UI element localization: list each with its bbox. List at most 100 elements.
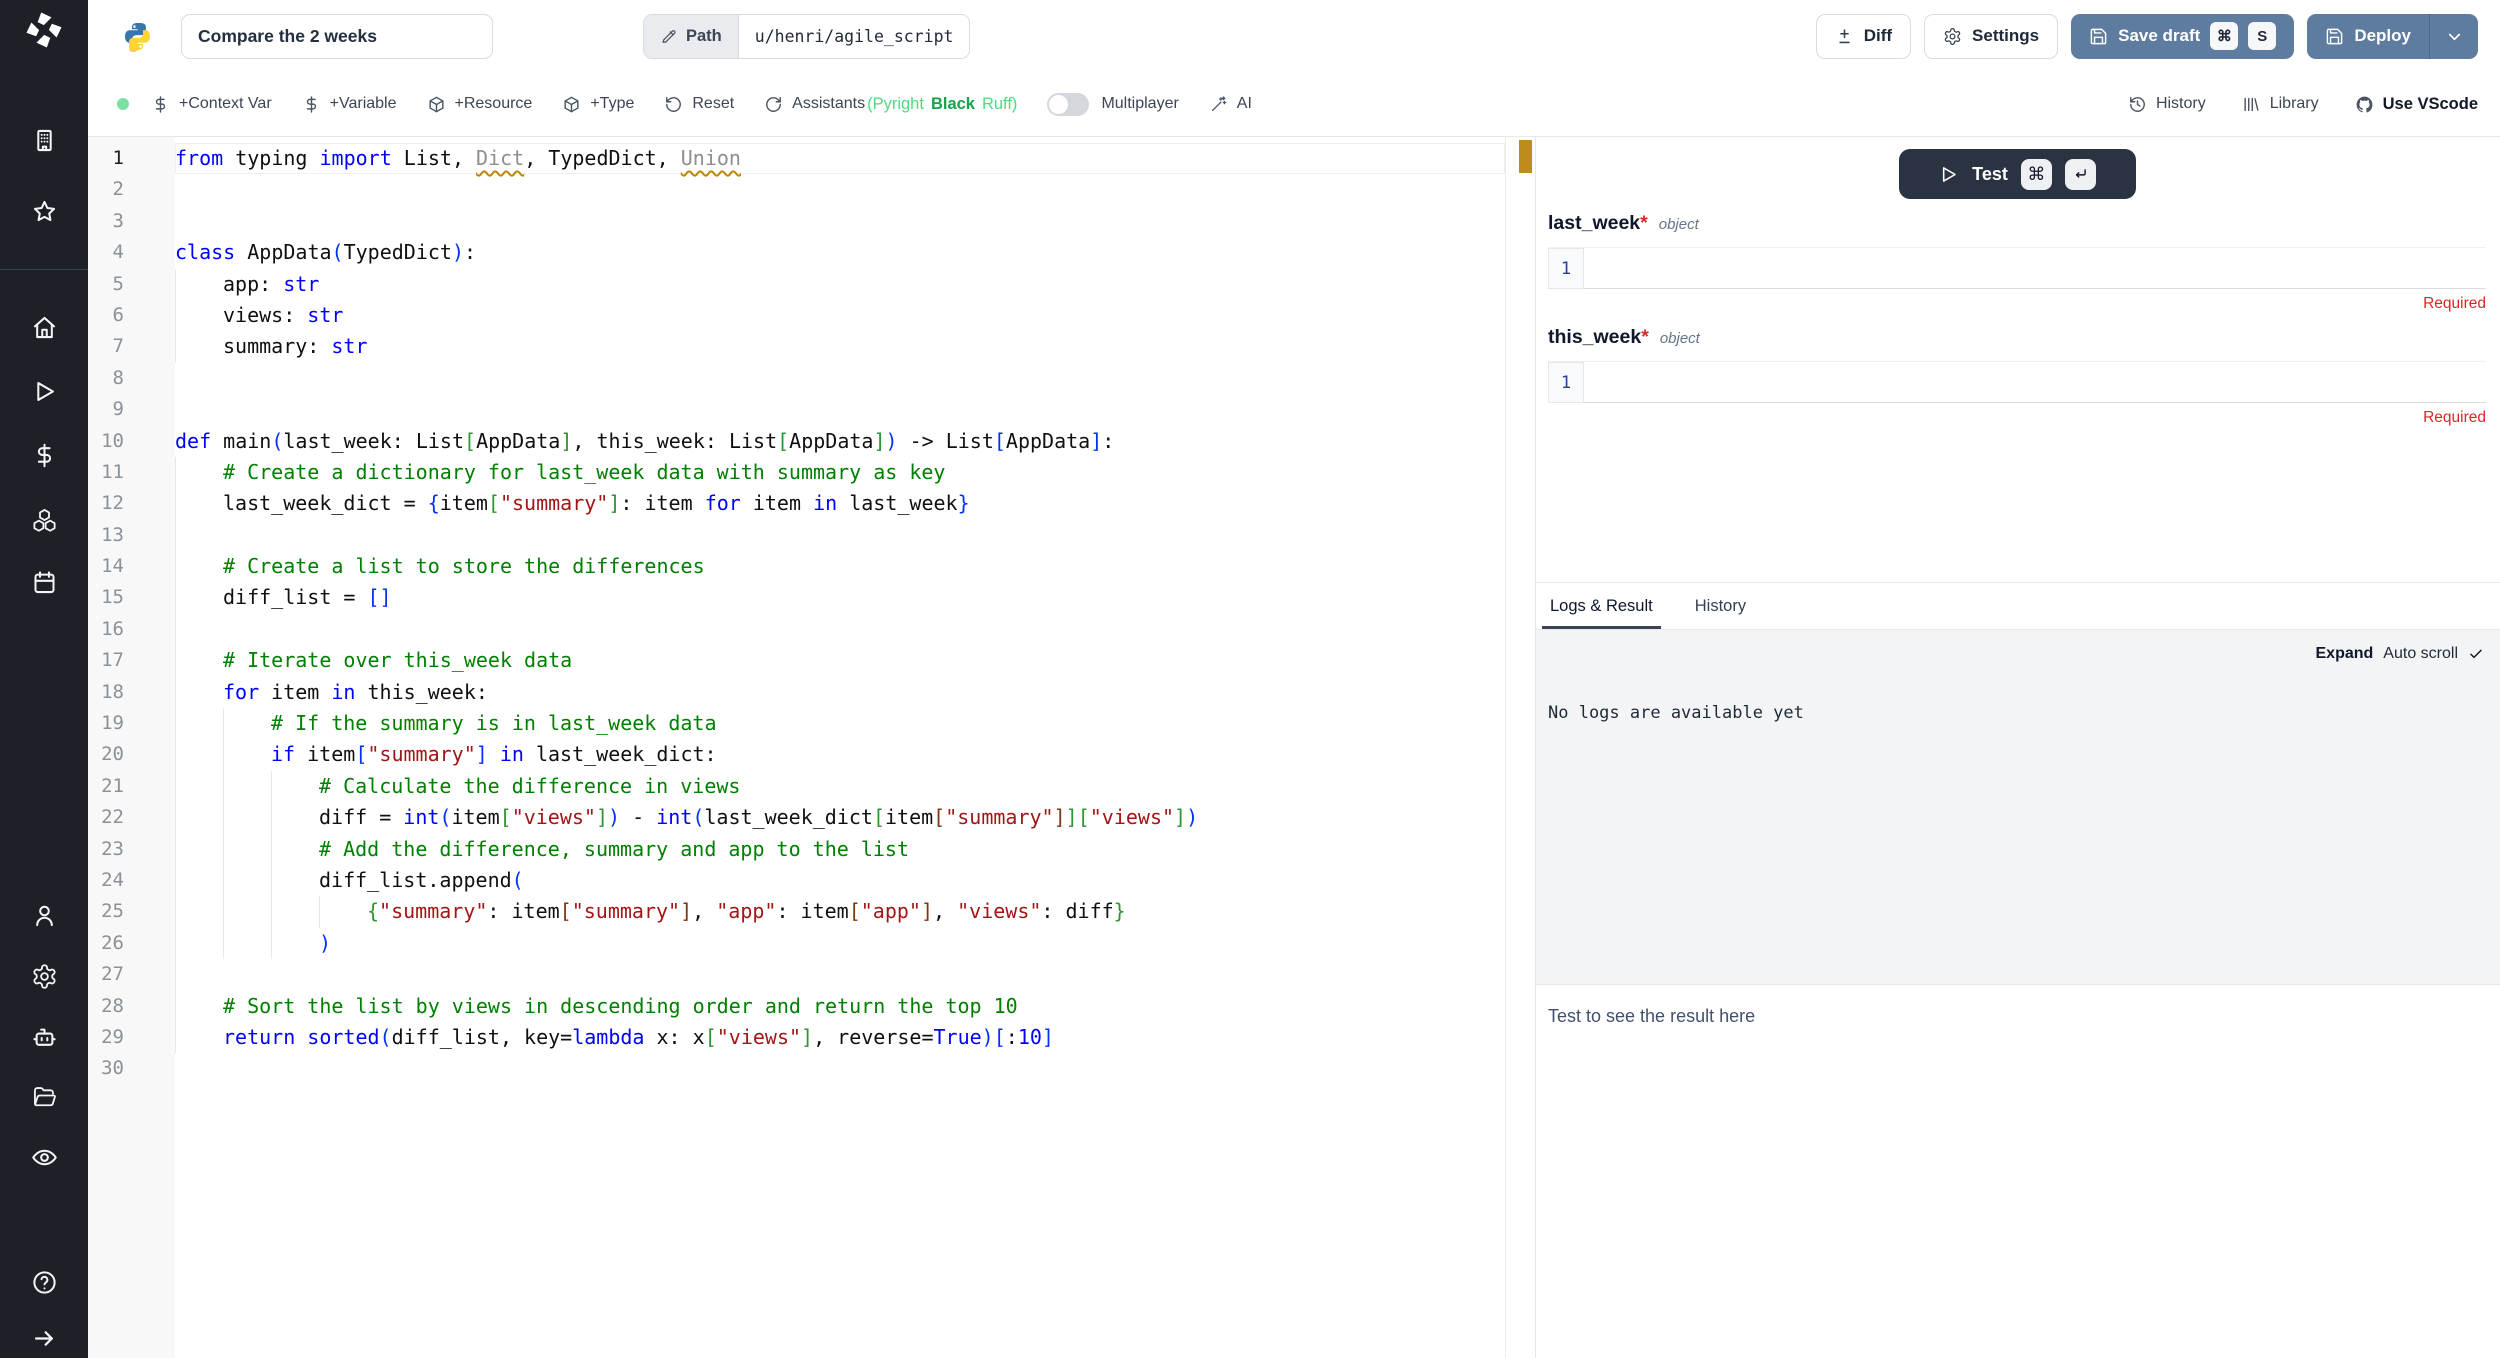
code-line-content: diff = int(item["views"]) - int(last_wee… — [175, 802, 1505, 833]
use-vscode-button[interactable]: Use VScode — [2355, 95, 2478, 114]
arg-input-line[interactable] — [1584, 362, 2486, 403]
tab-history[interactable]: History — [1693, 583, 1748, 629]
add-context-var-button[interactable]: +Context Var — [151, 95, 272, 114]
gear-icon — [1943, 27, 1962, 46]
indent-guide — [175, 959, 223, 990]
add-type-button[interactable]: +Type — [562, 95, 634, 114]
panel-tabbar: Logs & Result History — [1536, 582, 2500, 630]
indent-guide — [175, 488, 223, 519]
eye-icon[interactable] — [31, 1144, 58, 1171]
add-variable-button[interactable]: +Variable — [302, 95, 397, 114]
history-button[interactable]: History — [2128, 95, 2206, 114]
tab-logs-result[interactable]: Logs & Result — [1548, 583, 1655, 629]
code-line: 8 — [88, 363, 1505, 394]
multiplayer-toggle[interactable] — [1047, 93, 1089, 116]
code-line: 25{"summary": item["summary"], "app": it… — [88, 896, 1505, 927]
code-line: 4class AppData(TypedDict): — [88, 237, 1505, 268]
code-line-content — [175, 1053, 1505, 1084]
code-line: 10def main(last_week: List[AppData], thi… — [88, 426, 1505, 457]
code-line-content: # Sort the list by views in descending o… — [175, 991, 1505, 1022]
line-number: 20 — [88, 739, 175, 770]
indent-guide — [271, 865, 319, 896]
line-number: 17 — [88, 645, 175, 676]
path-control[interactable]: Path u/henri/agile_script — [643, 14, 970, 59]
indent-guide — [175, 677, 223, 708]
expand-button[interactable]: Expand — [2316, 645, 2374, 663]
indent-guide — [271, 928, 319, 959]
arg-input-line[interactable] — [1584, 248, 2486, 289]
code-line-content: # Create a dictionary for last_week data… — [175, 457, 1505, 488]
code-line: 30 — [88, 1053, 1505, 1084]
code-line: 18for item in this_week: — [88, 677, 1505, 708]
arrow-right-icon[interactable] — [31, 1325, 58, 1352]
windmill-logo-icon[interactable] — [23, 9, 65, 51]
code-line: 9 — [88, 394, 1505, 425]
user-icon[interactable] — [31, 902, 58, 929]
diff-button[interactable]: Diff — [1816, 14, 1911, 59]
settings-button[interactable]: Settings — [1924, 14, 2058, 59]
path-value: u/henri/agile_script — [739, 15, 970, 58]
arg-header: last_week*object — [1548, 212, 2486, 239]
home-icon[interactable] — [31, 314, 58, 341]
autoscroll-toggle[interactable]: Auto scroll — [2383, 645, 2458, 663]
code-line-content — [175, 520, 1505, 551]
boxes-icon[interactable] — [31, 506, 58, 533]
indent-guide — [223, 708, 271, 739]
wand-icon — [1209, 95, 1228, 114]
arg-type: object — [1660, 330, 1700, 347]
add-resource-button[interactable]: +Resource — [427, 95, 533, 114]
code-line: 1from typing import List, Dict, TypedDic… — [88, 143, 1505, 174]
lint-status: (Pyright Black Ruff) — [867, 95, 1017, 114]
deploy-dropdown-button[interactable] — [2430, 14, 2478, 59]
indent-guide — [175, 865, 223, 896]
line-number: 22 — [88, 802, 175, 833]
code-line-content: last_week_dict = {item["summary"]: item … — [175, 488, 1505, 519]
assistants-button[interactable]: Assistants — [764, 95, 865, 114]
script-title-input[interactable]: Compare the 2 weeks — [181, 14, 493, 59]
code-line: 28# Sort the list by views in descending… — [88, 991, 1505, 1022]
robot-icon[interactable] — [31, 1024, 58, 1051]
result-placeholder: Test to see the result here — [1548, 1006, 2486, 1027]
deploy-button[interactable]: Deploy — [2307, 14, 2478, 59]
rotate-ccw-icon — [664, 95, 683, 114]
line-number: 16 — [88, 614, 175, 645]
arg-json-input[interactable]: 1 — [1548, 361, 2486, 403]
code-line: 27 — [88, 959, 1505, 990]
multiplayer-label[interactable]: Multiplayer — [1101, 95, 1178, 113]
code-line-content: {"summary": item["summary"], "app": item… — [175, 896, 1505, 927]
gear-icon[interactable] — [31, 963, 58, 990]
play-icon[interactable] — [31, 378, 58, 405]
star-icon[interactable] — [31, 198, 58, 225]
save-draft-button[interactable]: Save draft ⌘ S — [2071, 14, 2294, 59]
indent-guide — [223, 739, 271, 770]
required-asterisk: * — [1641, 326, 1649, 349]
library-button[interactable]: Library — [2242, 95, 2319, 114]
indent-guide — [175, 269, 223, 300]
calendar-icon[interactable] — [31, 569, 58, 596]
line-number: 29 — [88, 1022, 175, 1053]
building-icon[interactable] — [31, 127, 58, 154]
editor-overview-ruler[interactable] — [1505, 137, 1535, 1358]
save-icon — [2325, 27, 2344, 46]
ai-button[interactable]: AI — [1209, 95, 1252, 114]
line-number: 6 — [88, 300, 175, 331]
package-icon — [562, 95, 581, 114]
path-edit-button[interactable]: Path — [644, 15, 739, 58]
folder-open-icon[interactable] — [31, 1083, 58, 1110]
result-pane: Test to see the result here — [1536, 985, 2500, 1358]
required-message: Required — [1548, 295, 2486, 313]
reset-button[interactable]: Reset — [664, 95, 734, 114]
ruff-status: Ruff) — [982, 95, 1017, 114]
args-list: last_week*object1Requiredthis_week*objec… — [1548, 212, 2486, 427]
indent-guide — [175, 645, 223, 676]
code-line: 23# Add the difference, summary and app … — [88, 834, 1505, 865]
library-icon — [2242, 95, 2261, 114]
help-circle-icon[interactable] — [31, 1269, 58, 1296]
line-number: 23 — [88, 834, 175, 865]
arg-json-input[interactable]: 1 — [1548, 247, 2486, 289]
code-line: 16 — [88, 614, 1505, 645]
dollar-icon[interactable] — [31, 442, 58, 469]
indent-guide — [175, 614, 223, 645]
test-button[interactable]: Test ⌘ — [1899, 149, 2136, 199]
code-editor[interactable]: 1from typing import List, Dict, TypedDic… — [88, 137, 1505, 1358]
